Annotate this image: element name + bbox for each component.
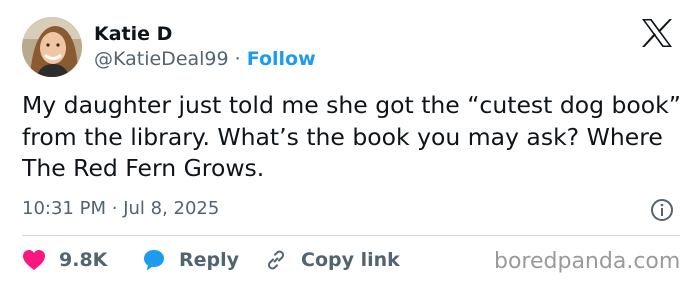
heart-icon	[23, 250, 45, 270]
handle-separator: ·	[234, 48, 241, 70]
avatar-photo	[22, 17, 82, 77]
author-name[interactable]: Katie D	[94, 22, 172, 46]
speech-bubble-icon	[144, 250, 164, 271]
info-icon[interactable]	[650, 198, 674, 222]
follow-button[interactable]: Follow	[247, 48, 316, 70]
copy-link-button[interactable]: Copy link	[264, 246, 400, 274]
tweet-text: My daughter just told me she got the “cu…	[22, 91, 681, 182]
like-button[interactable]: 9.8K	[22, 246, 107, 274]
tweet-time[interactable]: 10:31 PM	[22, 198, 106, 219]
tweet-date[interactable]: Jul 8, 2025	[123, 198, 219, 219]
like-count: 9.8K	[59, 249, 108, 271]
x-logo-icon[interactable]	[640, 18, 674, 48]
author-handle[interactable]: @KatieDeal99	[94, 48, 229, 70]
meta-separator: ·	[111, 198, 118, 219]
copy-link-label: Copy link	[301, 249, 400, 271]
reply-button[interactable]: Reply	[142, 246, 239, 274]
tweet-meta: 10:31 PM · Jul 8, 2025	[22, 197, 219, 221]
reply-label: Reply	[179, 249, 240, 271]
avatar[interactable]	[22, 17, 82, 77]
author-handle-row: @KatieDeal99 · Follow	[94, 47, 316, 71]
link-icon	[267, 250, 285, 270]
divider	[22, 235, 680, 236]
watermark: boredpanda.com	[494, 249, 681, 274]
